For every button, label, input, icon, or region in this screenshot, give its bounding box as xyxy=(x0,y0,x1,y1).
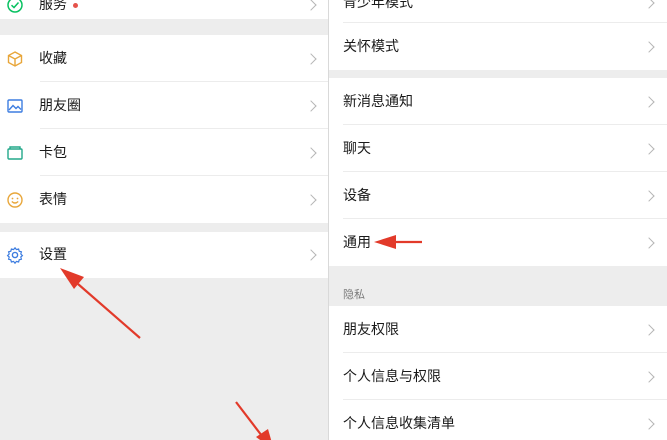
wechat-pay-icon xyxy=(6,0,24,14)
chevron-right-icon xyxy=(305,193,317,206)
chevron-right-icon xyxy=(305,52,317,65)
chevron-right-icon xyxy=(643,417,655,430)
menu-item-label: 收藏 xyxy=(39,50,67,67)
settings-item-teen-mode[interactable]: 青少年模式 xyxy=(329,0,667,23)
menu-item-favorites[interactable]: 收藏 xyxy=(0,35,329,82)
smiley-icon xyxy=(6,191,24,209)
chevron-right-icon xyxy=(643,189,655,202)
menu-item-services[interactable]: 服务 xyxy=(0,0,329,19)
chevron-right-icon xyxy=(643,370,655,383)
chevron-right-icon xyxy=(305,249,317,261)
menu-item-label: 表情 xyxy=(39,191,67,208)
settings-panel: 青少年模式 关怀模式 新消息通知 聊天 设备 通用 隐私 朋友权限 个人信息与权… xyxy=(329,0,667,440)
menu-item-label: 朋友圈 xyxy=(39,97,81,114)
photo-icon xyxy=(6,97,24,115)
settings-item-label: 个人信息与权限 xyxy=(343,368,441,385)
settings-item-label: 朋友权限 xyxy=(343,321,399,338)
section-title-privacy: 隐私 xyxy=(343,288,365,301)
settings-item-general[interactable]: 通用 xyxy=(329,219,667,266)
wallet-icon xyxy=(6,144,24,162)
chevron-right-icon xyxy=(643,0,655,9)
menu-item-label: 服务 xyxy=(39,0,67,13)
chevron-right-icon xyxy=(305,99,317,112)
menu-item-stickers[interactable]: 表情 xyxy=(0,176,329,223)
chevron-right-icon xyxy=(643,95,655,108)
settings-item-label: 个人信息收集清单 xyxy=(343,415,455,432)
settings-item-notifications[interactable]: 新消息通知 xyxy=(329,78,667,125)
menu-item-settings[interactable]: 设置 xyxy=(0,232,329,278)
menu-item-label: 卡包 xyxy=(39,144,67,161)
cube-icon xyxy=(6,50,24,68)
chevron-right-icon xyxy=(643,236,655,249)
notification-badge xyxy=(73,2,78,8)
settings-item-devices[interactable]: 设备 xyxy=(329,172,667,219)
chevron-right-icon xyxy=(305,146,317,159)
chevron-right-icon xyxy=(305,0,317,11)
settings-item-label: 新消息通知 xyxy=(343,93,413,110)
menu-item-label: 设置 xyxy=(39,247,67,263)
chevron-right-icon xyxy=(643,142,655,155)
chevron-right-icon xyxy=(643,323,655,336)
settings-item-friend-permissions[interactable]: 朋友权限 xyxy=(329,306,667,353)
settings-item-label: 关怀模式 xyxy=(343,38,399,55)
settings-item-personal-info-list[interactable]: 个人信息收集清单 xyxy=(329,400,667,440)
settings-item-label: 通用 xyxy=(343,234,371,251)
settings-item-label: 设备 xyxy=(343,187,371,204)
menu-item-wallet[interactable]: 卡包 xyxy=(0,129,329,176)
settings-item-label: 青少年模式 xyxy=(343,0,413,11)
settings-item-care-mode[interactable]: 关怀模式 xyxy=(329,23,667,70)
settings-item-personal-info-permissions[interactable]: 个人信息与权限 xyxy=(329,353,667,400)
menu-item-moments[interactable]: 朋友圈 xyxy=(0,82,329,129)
me-menu-panel: 服务 收藏 朋友圈 卡包 表情 设置 xyxy=(0,0,329,440)
gear-icon xyxy=(6,246,24,264)
settings-item-chat[interactable]: 聊天 xyxy=(329,125,667,172)
chevron-right-icon xyxy=(643,40,655,53)
settings-item-label: 聊天 xyxy=(343,140,371,157)
